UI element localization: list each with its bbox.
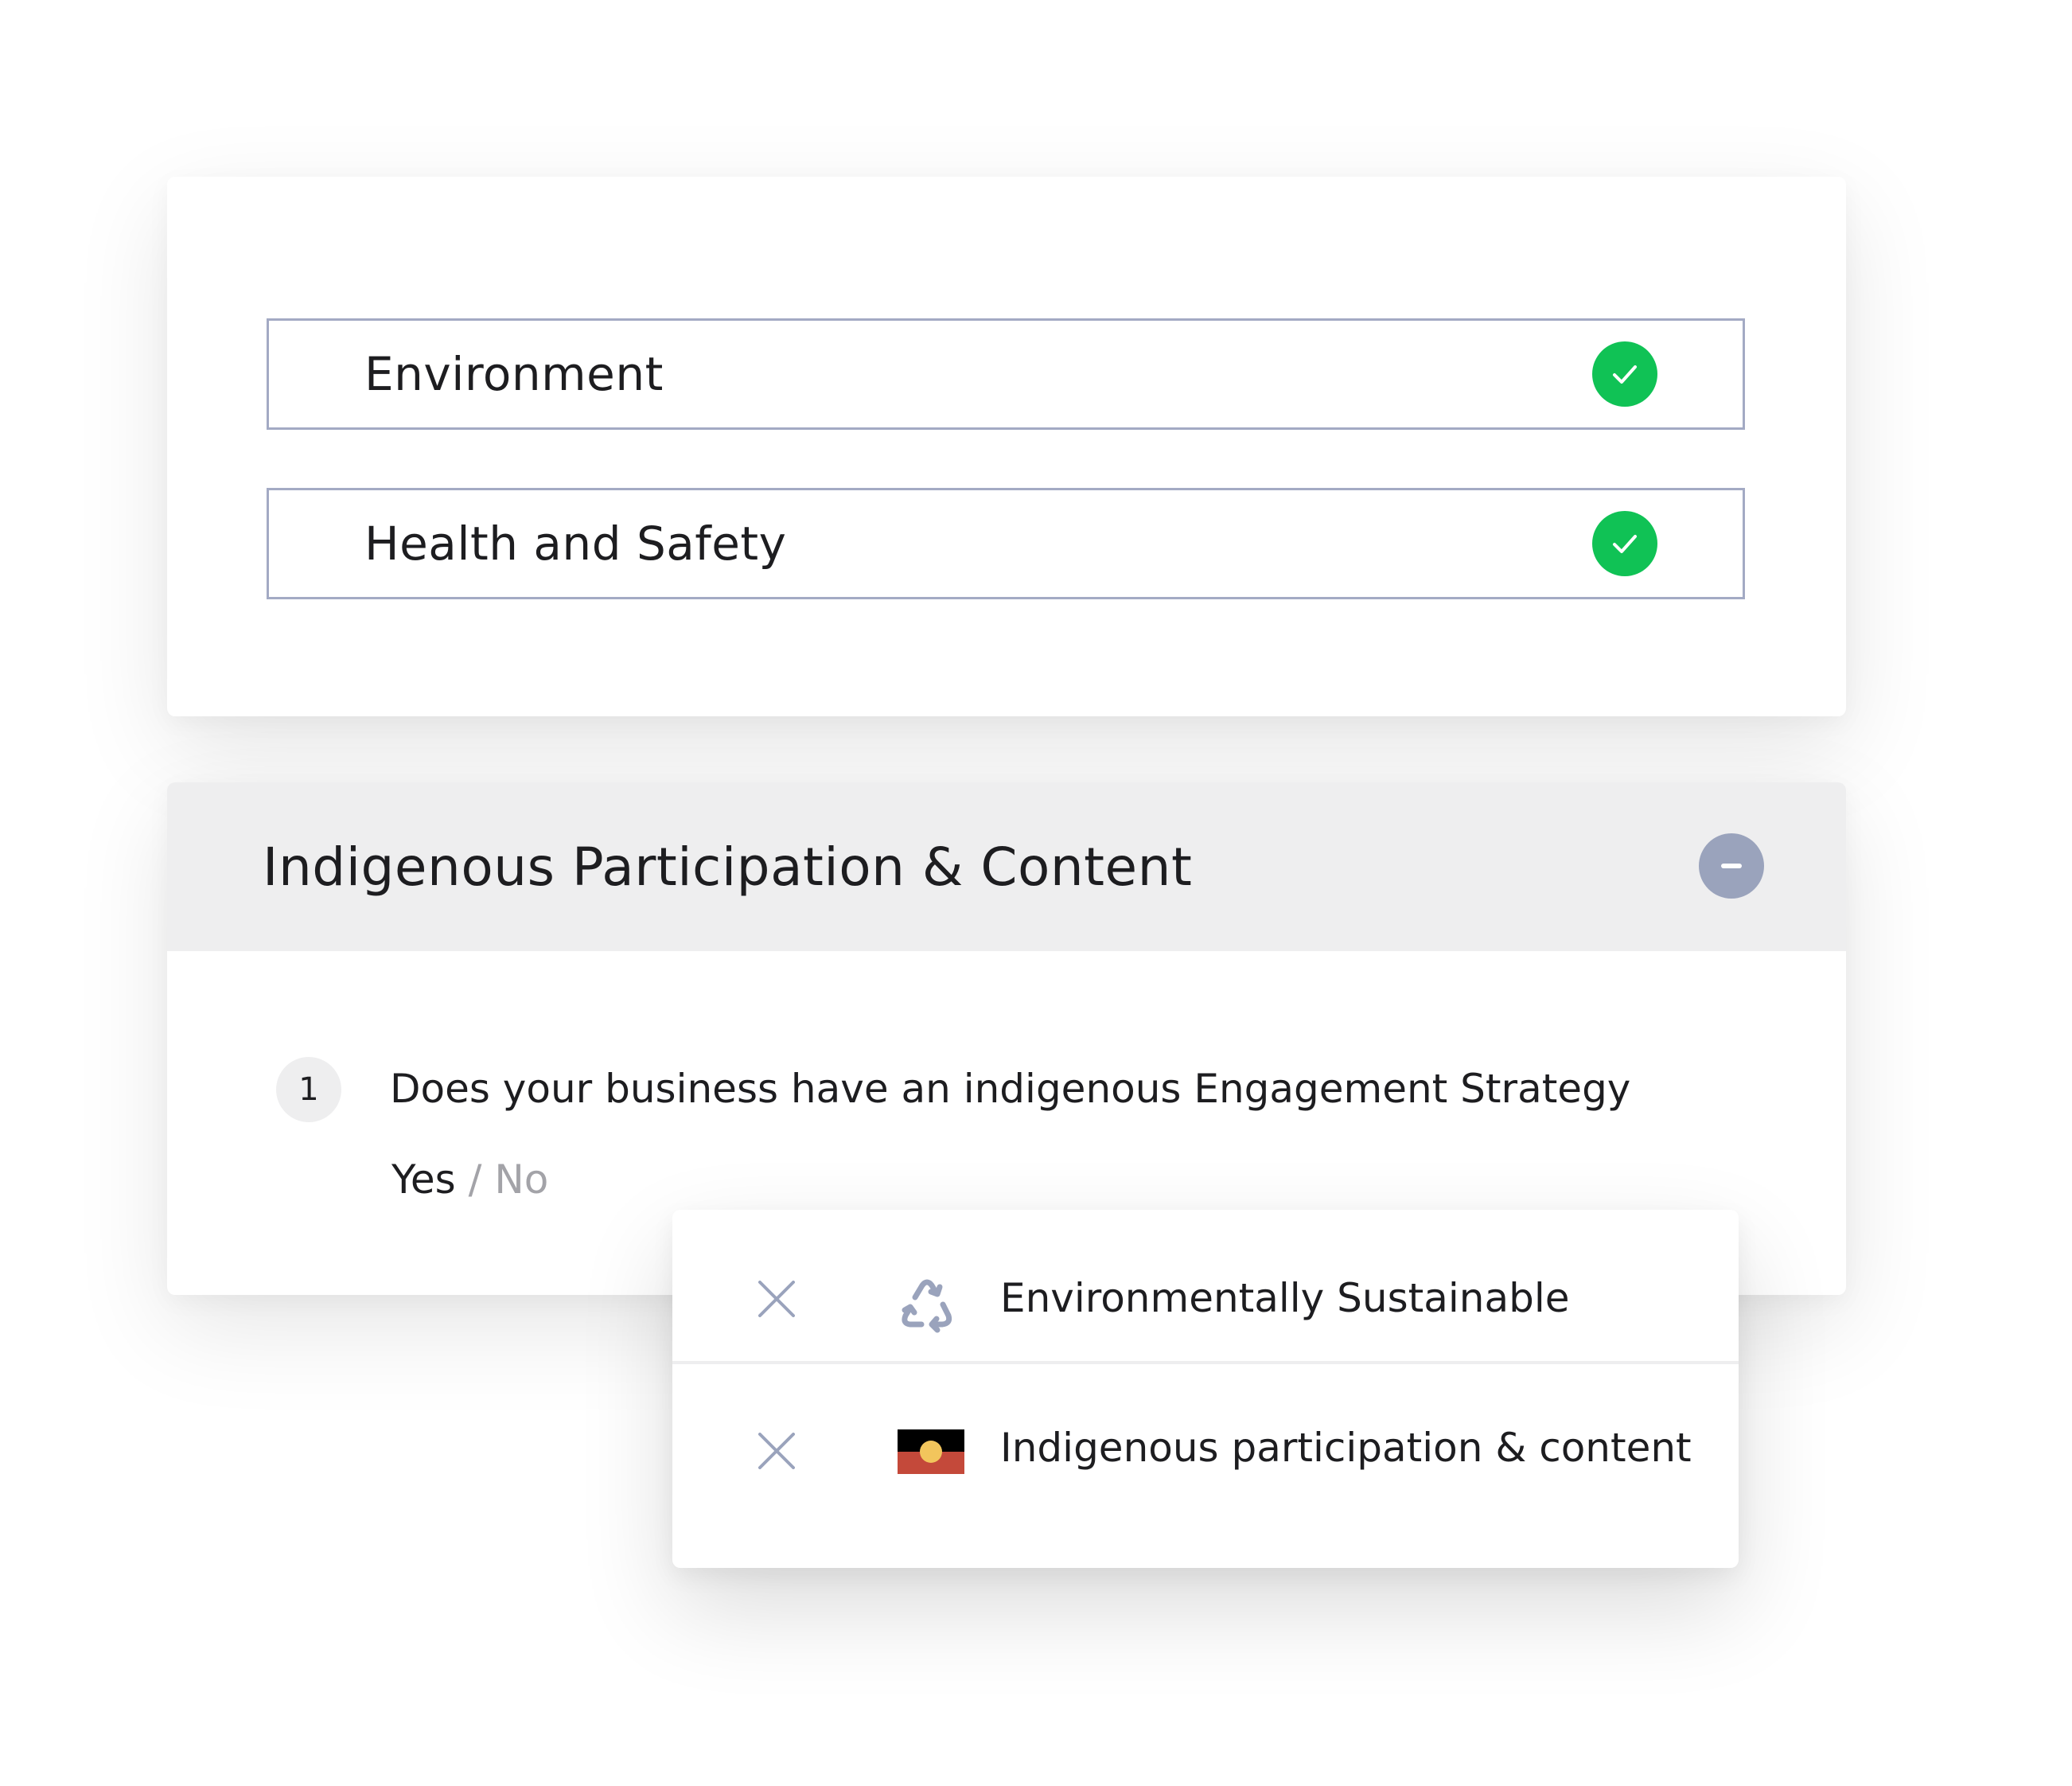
question-text: Does your business have an indigenous En… [390, 1066, 1631, 1112]
check-circle-icon [1592, 511, 1657, 576]
answer-no-option[interactable]: No [494, 1156, 548, 1203]
selected-tags-card: Environmentally Sustainable Indigenous p… [672, 1210, 1739, 1568]
question-number-badge: 1 [276, 1057, 341, 1122]
category-label: Environment [364, 347, 664, 401]
page-canvas: Environment Health and Safety Indigenous… [0, 0, 2072, 1786]
tag-label: Environmentally Sustainable [1000, 1275, 1570, 1321]
category-row-environment[interactable]: Environment [267, 318, 1745, 430]
categories-card: Environment Health and Safety [167, 177, 1846, 716]
accordion-header[interactable]: Indigenous Participation & Content [167, 782, 1846, 951]
check-circle-icon [1592, 341, 1657, 407]
remove-tag-close-icon[interactable] [758, 1281, 795, 1317]
accordion-title: Indigenous Participation & Content [263, 836, 1193, 898]
aboriginal-flag-icon [898, 1429, 964, 1477]
answer-yes-option[interactable]: Yes [391, 1156, 456, 1203]
category-row-health-and-safety[interactable]: Health and Safety [267, 488, 1745, 599]
recycle-icon [898, 1275, 956, 1337]
answer-toggle: Yes / No [391, 1156, 548, 1203]
category-label: Health and Safety [364, 517, 787, 571]
answer-separator: / [455, 1156, 495, 1203]
tag-item-indigenous-participation: Indigenous participation & content [672, 1364, 1739, 1515]
remove-tag-close-icon[interactable] [758, 1433, 795, 1469]
tag-label: Indigenous participation & content [1000, 1425, 1692, 1471]
collapse-button[interactable] [1699, 833, 1764, 899]
tag-item-environmentally-sustainable: Environmentally Sustainable [672, 1210, 1739, 1364]
minus-icon [1721, 864, 1742, 868]
